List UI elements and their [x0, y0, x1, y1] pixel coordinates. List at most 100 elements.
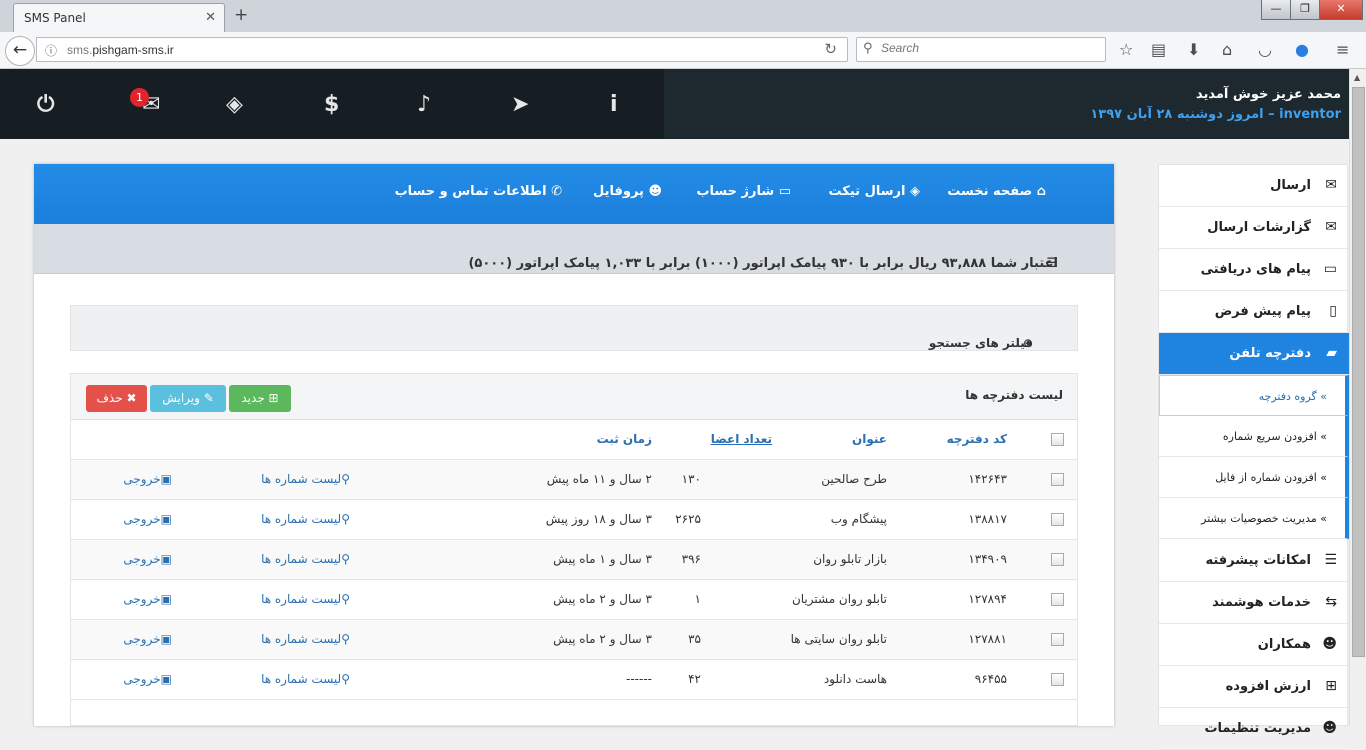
sidebar-item[interactable]: ✉ ارسال [1159, 165, 1349, 207]
minimize-window-button[interactable]: — [1261, 0, 1291, 20]
column-members[interactable]: تعداد اعضا [711, 432, 772, 446]
sidebar-item[interactable]: ✉ گزارشات ارسال [1159, 207, 1349, 249]
reload-icon[interactable]: ↻ [824, 40, 837, 58]
phone-icon: ✆ [546, 184, 562, 199]
account-icon[interactable]: ● [1295, 40, 1309, 59]
nav-charge-account[interactable]: ▭ شارژ حساب [696, 184, 791, 199]
paper-plane-icon[interactable]: ➤ [511, 92, 529, 117]
ticket-icon: ◈ [905, 184, 920, 199]
new-tab-icon[interactable]: + [234, 5, 248, 25]
bookmark-star-icon[interactable]: ☆ [1119, 40, 1133, 59]
cell-members: ۴۲ [688, 672, 701, 686]
reading-list-icon[interactable]: ▤ [1151, 40, 1166, 59]
search-icon: ⚲ [863, 41, 873, 56]
sidebar-subitem[interactable]: » گروه دفترچه [1159, 375, 1349, 416]
cell-members: ۱۳۰ [681, 472, 701, 486]
members-list-link[interactable]: ⚲لیست شماره ها [261, 632, 350, 646]
members-list-link[interactable]: ⚲لیست شماره ها [261, 512, 350, 526]
nav-profile[interactable]: ☻ پروفایل [593, 184, 662, 199]
user-greeting-panel [664, 69, 1349, 139]
plus-square-icon: ⊞ [264, 391, 279, 405]
address-bar[interactable]: ⓘ sms.pishgam-sms.ir ↻ [36, 37, 848, 62]
members-list-link[interactable]: ⚲لیست شماره ها [261, 672, 350, 686]
new-button[interactable]: ⊞ جدید [229, 385, 291, 412]
export-link[interactable]: ▣خروجی [123, 672, 172, 686]
sidebar-item[interactable]: ☻ مدیریت تنظیمات [1159, 708, 1349, 750]
close-icon: ✖ [122, 391, 137, 405]
nav-send-ticket[interactable]: ◈ ارسال تیکت [829, 184, 920, 199]
members-list-link[interactable]: ⚲لیست شماره ها [261, 552, 350, 566]
scroll-up-icon[interactable]: ▲ [1354, 73, 1360, 82]
info-icon[interactable]: i [610, 92, 618, 117]
ticket-icon[interactable]: ◈ [226, 92, 243, 117]
browser-tab[interactable]: SMS Panel ✕ [13, 3, 225, 32]
row-checkbox[interactable] [1051, 473, 1064, 486]
username[interactable]: inventor [1279, 107, 1341, 122]
sidebar-item[interactable]: ☰ امکانات پیشرفته [1159, 540, 1349, 582]
delete-button[interactable]: ✖ حذف [86, 385, 147, 412]
row-checkbox[interactable] [1051, 593, 1064, 606]
close-tab-icon[interactable]: ✕ [205, 10, 216, 25]
dollar-icon[interactable]: $ [324, 92, 339, 117]
sidebar-subitem[interactable]: » مدیریت خصوصیات بیشتر [1159, 498, 1349, 539]
sidebar-item-label: پیام های دریافتی [1200, 262, 1311, 277]
sidebar-item[interactable]: ☻ همکاران [1159, 624, 1349, 666]
search-input[interactable] [881, 41, 1101, 55]
sidebar-item-label: گزارشات ارسال [1207, 220, 1311, 235]
download-icon[interactable]: ⬇ [1187, 40, 1200, 59]
column-code[interactable]: کد دفترچه [947, 432, 1007, 446]
cell-title: طرح صالحین [821, 472, 887, 486]
restore-window-button[interactable]: ❐ [1290, 0, 1320, 20]
sidebar-item[interactable]: ▰ دفترچه تلفن [1159, 333, 1349, 375]
row-checkbox[interactable] [1051, 633, 1064, 646]
nav-contact-info[interactable]: ✆ اطلاعات تماس و حساب [395, 184, 562, 199]
scrollbar-thumb[interactable] [1352, 87, 1365, 657]
cell-members: ۲۶۲۵ [675, 512, 701, 526]
chevron-icon: » [1316, 471, 1327, 484]
site-info-icon[interactable]: ⓘ [45, 42, 57, 59]
chevron-icon: » [1316, 430, 1327, 443]
home-icon[interactable]: ⌂ [1222, 40, 1232, 59]
cell-time: ۳ سال و ۲ ماه پیش [553, 632, 652, 646]
members-list-link[interactable]: ⚲لیست شماره ها [261, 592, 350, 606]
row-checkbox[interactable] [1051, 673, 1064, 686]
bell-icon[interactable]: ♪ [417, 92, 431, 117]
close-window-button[interactable]: ✕ [1319, 0, 1363, 20]
cell-time: ۳ سال و ۱۸ روز پیش [545, 512, 652, 526]
menu-icon[interactable]: ≡ [1336, 40, 1349, 59]
select-all-checkbox[interactable] [1051, 433, 1064, 446]
users-icon: ☻ [1322, 720, 1337, 736]
edit-button[interactable]: ✎ ویرایش [150, 385, 226, 412]
page-scrollbar[interactable]: ▲ [1349, 69, 1366, 726]
column-time[interactable]: زمان ثبت [597, 432, 652, 446]
file-excel-icon: ▣ [160, 592, 172, 606]
sidebar-item[interactable]: ⊞ ارزش افزوده [1159, 666, 1349, 708]
export-link[interactable]: ▣خروجی [123, 472, 172, 486]
browser-search-box[interactable]: ⚲ [856, 37, 1106, 62]
users-icon: ☻ [1322, 636, 1337, 652]
back-button[interactable]: ← [5, 36, 35, 66]
export-link[interactable]: ▣خروجی [123, 592, 172, 606]
power-icon[interactable]: ⏻ [37, 92, 54, 117]
sidebar-item[interactable]: ▯ پیام پیش فرض [1159, 291, 1349, 333]
search-filters[interactable]: ⊕ فیلتر های جستجو [70, 305, 1078, 351]
members-list-link[interactable]: ⚲لیست شماره ها [261, 472, 350, 486]
export-link[interactable]: ▣خروجی [123, 512, 172, 526]
sidebar-subitem[interactable]: » افزودن شماره از فایل [1159, 457, 1349, 498]
search-icon: ⚲ [341, 672, 350, 686]
pocket-icon[interactable]: ◡ [1258, 40, 1272, 59]
cell-members: ۳۵ [688, 632, 701, 646]
sidebar-item[interactable]: ⇆ خدمات هوشمند [1159, 582, 1349, 624]
sidebar-item-label: پیام پیش فرض [1214, 304, 1311, 319]
row-checkbox[interactable] [1051, 513, 1064, 526]
sidebar-subitem[interactable]: » افزودن سریع شماره [1159, 416, 1349, 457]
row-checkbox[interactable] [1051, 553, 1064, 566]
nav-home[interactable]: ⌂ صفحه نخست [947, 184, 1046, 199]
export-link[interactable]: ▣خروجی [123, 552, 172, 566]
list-title: لیست دفترچه ها [965, 388, 1063, 402]
inbox-icon: ▭ [1323, 261, 1337, 277]
sidebar-item[interactable]: ▭ پیام های دریافتی [1159, 249, 1349, 291]
export-link[interactable]: ▣خروجی [123, 632, 172, 646]
column-title[interactable]: عنوان [852, 432, 887, 446]
sidebar-item-label: امکانات پیشرفته [1205, 553, 1311, 568]
